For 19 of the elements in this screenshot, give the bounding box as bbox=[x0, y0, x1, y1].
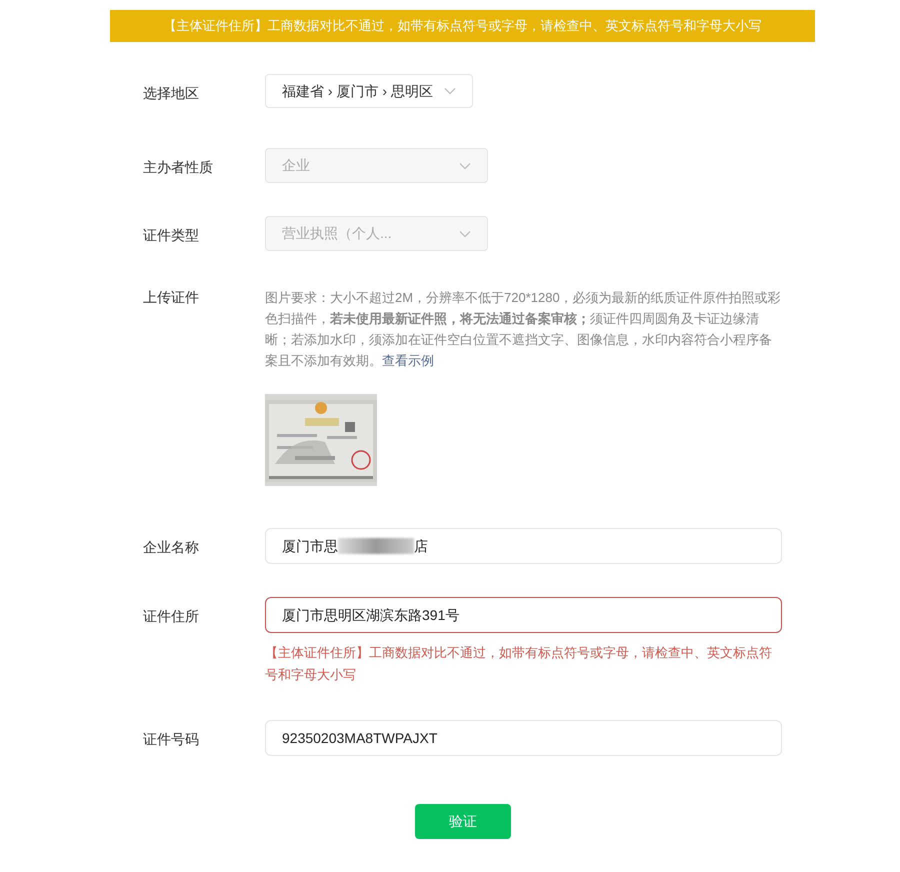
field-label: 企业名称 bbox=[143, 538, 200, 557]
error-banner: 【主体证件住所】工商数据对比不通过，如带有标点符号或字母，请检查中、英文标点符号和字母大小写 bbox=[110, 10, 815, 42]
region-value: 福建省 › 厦门市 › 思明区 bbox=[282, 82, 433, 100]
chevron-down-icon bbox=[444, 87, 456, 95]
view-example-link[interactable]: 查看示例 bbox=[382, 353, 434, 368]
upload-requirements: 图片要求：大小不超过2M，分辨率不低于720*1280，必须为最新的纸质证件原件拍照或彩色扫描件，若未使用最新证件照，将无法通过备案审核；须证件四周圆角及卡证边缘清晰；若添加水印，须添加在证件空白位置不遮挡文字、图像信息，水印内容符合小程序备案且不添加有效期。查看示例 bbox=[265, 289, 782, 370]
field-label: 上传证件 bbox=[143, 288, 200, 307]
field-label: 选择地区 bbox=[143, 84, 200, 103]
field-label: 主办者性质 bbox=[143, 158, 214, 177]
chevron-down-icon bbox=[459, 162, 471, 170]
field-label: 证件住所 bbox=[143, 607, 200, 626]
text-field[interactable]: 92350203MA8TWPAJXT bbox=[265, 720, 782, 756]
region-select[interactable]: 福建省 › 厦门市 › 思明区 bbox=[265, 74, 473, 108]
field-label: 证件类型 bbox=[143, 226, 200, 245]
text-field[interactable]: 厦门市思 店 bbox=[265, 528, 782, 564]
chevron-down-icon bbox=[459, 230, 471, 238]
error-message: 【主体证件住所】工商数据对比不通过，如带有标点符号或字母，请检查中、英文标点符号和字母大小写 bbox=[265, 644, 773, 684]
text-field[interactable]: 厦门市思明区湖滨东路391号 bbox=[265, 597, 782, 633]
field-label: 证件号码 bbox=[143, 730, 200, 749]
